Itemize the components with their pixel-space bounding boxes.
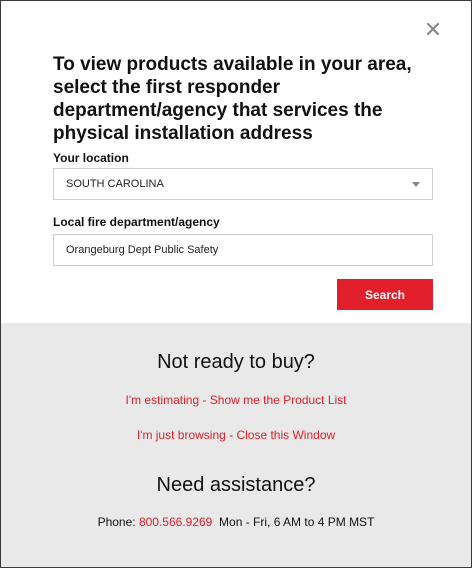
close-icon[interactable] [425,21,441,37]
location-select[interactable]: SOUTH CAROLINA [53,168,433,200]
modal-headline: To view products available in your area,… [53,54,412,144]
contact-info: Phone: 800.566.9269 Mon - Fri, 6 AM to 4… [1,515,471,529]
location-label: Your location [53,151,129,165]
department-input[interactable] [53,234,433,266]
not-ready-heading: Not ready to buy? [157,351,315,373]
office-hours: Mon - Fri, 6 AM to 4 PM MST [219,515,375,529]
chevron-down-icon [412,181,420,187]
location-select-value: SOUTH CAROLINA [66,178,164,190]
phone-number-link[interactable]: 800.566.9269 [139,515,212,529]
search-button[interactable]: Search [337,279,433,310]
product-list-link[interactable]: I'm estimating - Show me the Product Lis… [1,393,471,407]
department-label: Local fire department/agency [53,215,220,229]
phone-label: Phone: [97,515,139,529]
assistance-heading: Need assistance? [156,474,316,496]
location-modal: To view products available in your area,… [0,0,472,568]
close-window-link[interactable]: I'm just browsing - Close this Window [1,428,471,442]
